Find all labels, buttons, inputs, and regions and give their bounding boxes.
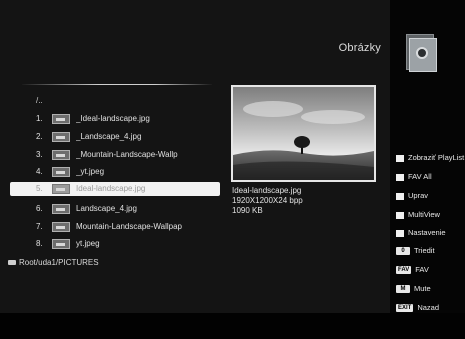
color-key-icon xyxy=(396,173,404,181)
menu-fav[interactable]: FAV FAV xyxy=(396,265,429,275)
preview-filename: Ideal-landscape.jpg xyxy=(232,186,302,195)
file-row[interactable]: 2. _Landscape_4.jpg xyxy=(10,130,220,144)
image-file-icon xyxy=(52,167,70,177)
file-row[interactable]: 1. _Ideal-landscape.jpg xyxy=(10,112,220,126)
menu-label: Mute xyxy=(414,284,431,293)
remote-key-icon: FAV xyxy=(396,266,412,275)
menu-sort[interactable]: 0 Triedit xyxy=(396,246,435,256)
page-title: Obrázky xyxy=(338,42,381,54)
image-file-icon xyxy=(52,184,70,194)
remote-key-icon: EXIT xyxy=(396,304,414,313)
usb-icon xyxy=(8,260,16,266)
menu-show-playlist[interactable]: Zobraziť PlayList xyxy=(396,153,464,162)
remote-key-icon: M xyxy=(396,285,410,294)
menu-back[interactable]: EXIT Nazad xyxy=(396,303,440,313)
path-text: Root/uda1/PICTURES xyxy=(19,258,99,267)
file-name: _Ideal-landscape.jpg xyxy=(76,114,150,123)
file-number: 7. xyxy=(36,222,43,231)
menu-multiview[interactable]: MultiView xyxy=(396,210,440,219)
file-row[interactable]: 8. yt.jpeg xyxy=(10,237,220,251)
image-file-icon xyxy=(52,222,70,232)
image-file-icon xyxy=(52,239,70,249)
file-number: 6. xyxy=(36,204,43,213)
menu-edit[interactable]: Uprav xyxy=(396,191,428,200)
image-file-icon xyxy=(52,204,70,214)
file-name: _Landscape_4.jpg xyxy=(76,132,142,141)
media-folder-icon xyxy=(406,32,437,72)
screen: Obrázky /.. 1. _Ideal-landscape.jpg 2. _Lan… xyxy=(0,0,465,339)
file-name: _Mountain-Landscape-Wallp xyxy=(76,150,178,159)
file-number: 5. xyxy=(36,184,43,193)
landscape-thumbnail xyxy=(233,87,374,180)
color-key-icon xyxy=(396,211,404,219)
preview-resolution: 1920X1200X24 bpp xyxy=(232,196,303,205)
file-row[interactable]: 5. Ideal-landscape.jpg xyxy=(10,182,220,196)
color-key-icon xyxy=(396,229,404,237)
file-number: 8. xyxy=(36,239,43,248)
bottom-bar xyxy=(0,313,465,339)
file-number: 2. xyxy=(36,132,43,141)
menu-label: Nazad xyxy=(417,303,440,312)
menu-label: FAV All xyxy=(408,172,432,181)
path-breadcrumb: Root/uda1/PICTURES xyxy=(8,258,99,267)
menu-label: FAV xyxy=(415,265,429,274)
remote-key-icon: 0 xyxy=(396,247,410,256)
file-row[interactable]: 6. Landscape_4.jpg xyxy=(10,202,220,216)
file-row[interactable]: 3. _Mountain-Landscape-Wallp xyxy=(10,148,220,162)
file-row[interactable]: 4. _yt.jpeg xyxy=(10,165,220,179)
menu-label: Triedit xyxy=(414,246,435,255)
menu-mute[interactable]: M Mute xyxy=(396,284,431,294)
file-name: Landscape_4.jpg xyxy=(76,204,137,213)
file-row[interactable]: 7. Mountain-Landscape-Wallpap xyxy=(10,220,220,234)
image-file-icon xyxy=(52,114,70,124)
image-file-icon xyxy=(52,132,70,142)
color-key-icon xyxy=(396,192,404,200)
image-preview xyxy=(231,85,376,182)
color-key-icon xyxy=(396,154,404,162)
file-name: Ideal-landscape.jpg xyxy=(76,184,146,193)
file-name: Mountain-Landscape-Wallpap xyxy=(76,222,182,231)
menu-label: Uprav xyxy=(408,191,429,200)
file-name: _yt.jpeg xyxy=(76,167,105,176)
menu-fav-all[interactable]: FAV All xyxy=(396,172,432,181)
preview-info: Ideal-landscape.jpg 1920X1200X24 bpp 109… xyxy=(232,186,303,216)
image-file-icon xyxy=(52,150,70,160)
menu-label: Nastavenie xyxy=(408,228,446,237)
file-number: 3. xyxy=(36,150,43,159)
file-number: 1. xyxy=(36,114,43,123)
preview-size: 1090 KB xyxy=(232,206,263,215)
divider xyxy=(22,84,212,85)
parent-folder-entry[interactable]: /.. xyxy=(36,96,43,105)
menu-settings[interactable]: Nastavenie xyxy=(396,228,446,237)
menu-label: Zobraziť PlayList xyxy=(408,153,465,162)
menu-label: MultiView xyxy=(408,210,440,219)
file-number: 4. xyxy=(36,167,43,176)
file-name: yt.jpeg xyxy=(76,239,100,248)
